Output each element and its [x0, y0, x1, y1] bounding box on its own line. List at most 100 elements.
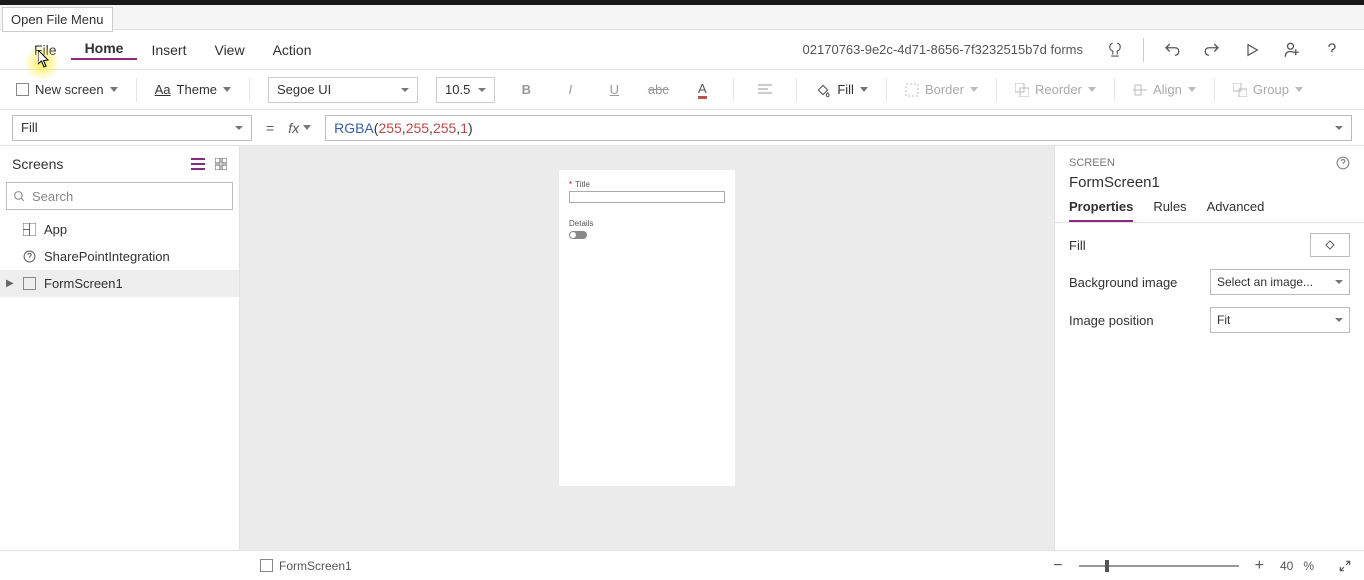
- menu-action[interactable]: Action: [259, 42, 326, 58]
- status-bar: FormScreen1 − + 40 %: [0, 550, 1364, 580]
- properties-list: Fill Background image Select an image...…: [1055, 223, 1364, 343]
- tree-label: FormScreen1: [44, 276, 123, 291]
- separator: [996, 78, 997, 102]
- file-menu-tooltip: Open File Menu: [2, 7, 113, 32]
- border-label: Border: [925, 82, 964, 97]
- font-select[interactable]: Segoe UI: [268, 77, 418, 103]
- zoom-value: 40: [1280, 559, 1293, 573]
- undo-icon[interactable]: [1160, 38, 1184, 62]
- reorder-button[interactable]: Reorder: [1015, 82, 1096, 97]
- underline-button[interactable]: U: [601, 77, 627, 103]
- tree-view: App SharePointIntegration ▶ FormScreen1: [0, 210, 239, 303]
- font-size-select[interactable]: 10.5: [436, 77, 495, 103]
- new-screen-button[interactable]: New screen: [16, 82, 118, 97]
- align-button[interactable]: Align: [1133, 82, 1196, 97]
- align-icon: [1133, 83, 1147, 97]
- question-icon: [22, 250, 36, 264]
- equals-sign: =: [266, 120, 274, 136]
- menu-insert[interactable]: Insert: [137, 42, 200, 58]
- app-icon: [22, 223, 36, 237]
- prop-background-image: Background image Select an image...: [1069, 269, 1350, 295]
- theme-label: Theme: [177, 82, 217, 97]
- menu-view[interactable]: View: [200, 42, 258, 58]
- formula-input[interactable]: RGBA(255, 255, 255, 1): [325, 115, 1352, 141]
- form-guid: 02170763-9e2c-4d71-8656-7f3232515b7d for…: [803, 42, 1083, 57]
- main-area: Screens Search App SharePointIntegration…: [0, 146, 1364, 550]
- expand-icon[interactable]: [1338, 559, 1352, 573]
- zoom-slider[interactable]: [1079, 565, 1239, 567]
- bg-image-select[interactable]: Select an image...: [1210, 269, 1350, 295]
- fill-button[interactable]: Fill: [815, 82, 868, 98]
- group-icon: [1233, 83, 1247, 97]
- tab-rules[interactable]: Rules: [1153, 199, 1186, 222]
- align-label: Align: [1153, 82, 1182, 97]
- tree-item-formscreen[interactable]: ▶ FormScreen1: [0, 270, 239, 297]
- border-button[interactable]: Border: [905, 82, 978, 97]
- tree-item-app[interactable]: App: [0, 216, 239, 243]
- chevron-down-icon: [110, 87, 118, 92]
- play-icon[interactable]: [1240, 38, 1264, 62]
- formula-bar: Fill = fx RGBA(255, 255, 255, 1): [0, 110, 1364, 146]
- group-label: Group: [1253, 82, 1289, 97]
- chevron-down-icon: [1295, 87, 1303, 92]
- screen-icon: [16, 83, 29, 96]
- share-icon[interactable]: [1280, 38, 1304, 62]
- tab-properties[interactable]: Properties: [1069, 199, 1133, 222]
- app-header: arePoint: [0, 5, 1364, 30]
- chevron-down-icon: [1188, 87, 1196, 92]
- image-position-select[interactable]: Fit: [1210, 307, 1350, 333]
- prop-label: Fill: [1069, 238, 1086, 253]
- help-icon[interactable]: [1320, 38, 1344, 62]
- grid-view-icon[interactable]: [215, 158, 227, 170]
- chevron-down-icon: [1088, 87, 1096, 92]
- align-text-button[interactable]: [752, 77, 778, 103]
- breadcrumb: FormScreen1: [279, 559, 352, 573]
- property-value: Fill: [21, 120, 38, 135]
- title-field-label: *Title: [569, 180, 725, 189]
- search-input[interactable]: Search: [6, 182, 233, 210]
- theme-button[interactable]: Aa Theme: [155, 82, 231, 97]
- menu-file[interactable]: File: [20, 42, 71, 58]
- form-preview[interactable]: *Title Details: [559, 170, 735, 486]
- italic-button[interactable]: I: [557, 77, 583, 103]
- search-placeholder: Search: [32, 189, 73, 204]
- redo-icon[interactable]: [1200, 38, 1224, 62]
- prop-fill: Fill: [1069, 233, 1350, 257]
- separator: [136, 78, 137, 102]
- bold-button[interactable]: B: [513, 77, 539, 103]
- chevron-down-icon: [860, 87, 868, 92]
- menu-home[interactable]: Home: [71, 40, 138, 60]
- screen-icon: [260, 559, 273, 572]
- zoom-out-button[interactable]: −: [1047, 557, 1068, 575]
- fx-icon[interactable]: fx: [288, 120, 311, 136]
- group-button[interactable]: Group: [1233, 82, 1303, 97]
- help-icon[interactable]: [1336, 156, 1350, 170]
- right-tabs: Properties Rules Advanced: [1055, 199, 1364, 223]
- tab-advanced[interactable]: Advanced: [1207, 199, 1265, 222]
- separator: [796, 78, 797, 102]
- chevron-down-icon: [970, 87, 978, 92]
- checker-icon[interactable]: [1103, 38, 1127, 62]
- screen-icon: [22, 277, 36, 291]
- separator: [249, 78, 250, 102]
- zoom-in-button[interactable]: +: [1249, 557, 1270, 575]
- tree-label: App: [44, 222, 67, 237]
- chevron-down-icon: [303, 125, 311, 130]
- separator: [733, 78, 734, 102]
- font-color-button[interactable]: A: [689, 77, 715, 103]
- chevron-down-icon: [223, 87, 231, 92]
- right-panel: SCREEN FormScreen1 Properties Rules Adva…: [1054, 146, 1364, 550]
- chevron-right-icon[interactable]: ▶: [6, 278, 14, 289]
- property-select: Fill: [12, 115, 252, 141]
- fill-color-swatch[interactable]: [1310, 233, 1350, 257]
- tree-item-sharepoint[interactable]: SharePointIntegration: [0, 243, 239, 270]
- details-toggle[interactable]: [569, 231, 587, 239]
- canvas[interactable]: *Title Details: [240, 146, 1054, 550]
- list-view-icon[interactable]: [191, 158, 205, 170]
- strikethrough-button[interactable]: abc: [645, 77, 671, 103]
- formula-fn: RGBA: [334, 120, 374, 136]
- new-screen-label: New screen: [35, 82, 104, 97]
- screen-name: FormScreen1: [1055, 174, 1364, 199]
- details-field-label: Details: [569, 219, 725, 228]
- title-field-input[interactable]: [569, 191, 725, 203]
